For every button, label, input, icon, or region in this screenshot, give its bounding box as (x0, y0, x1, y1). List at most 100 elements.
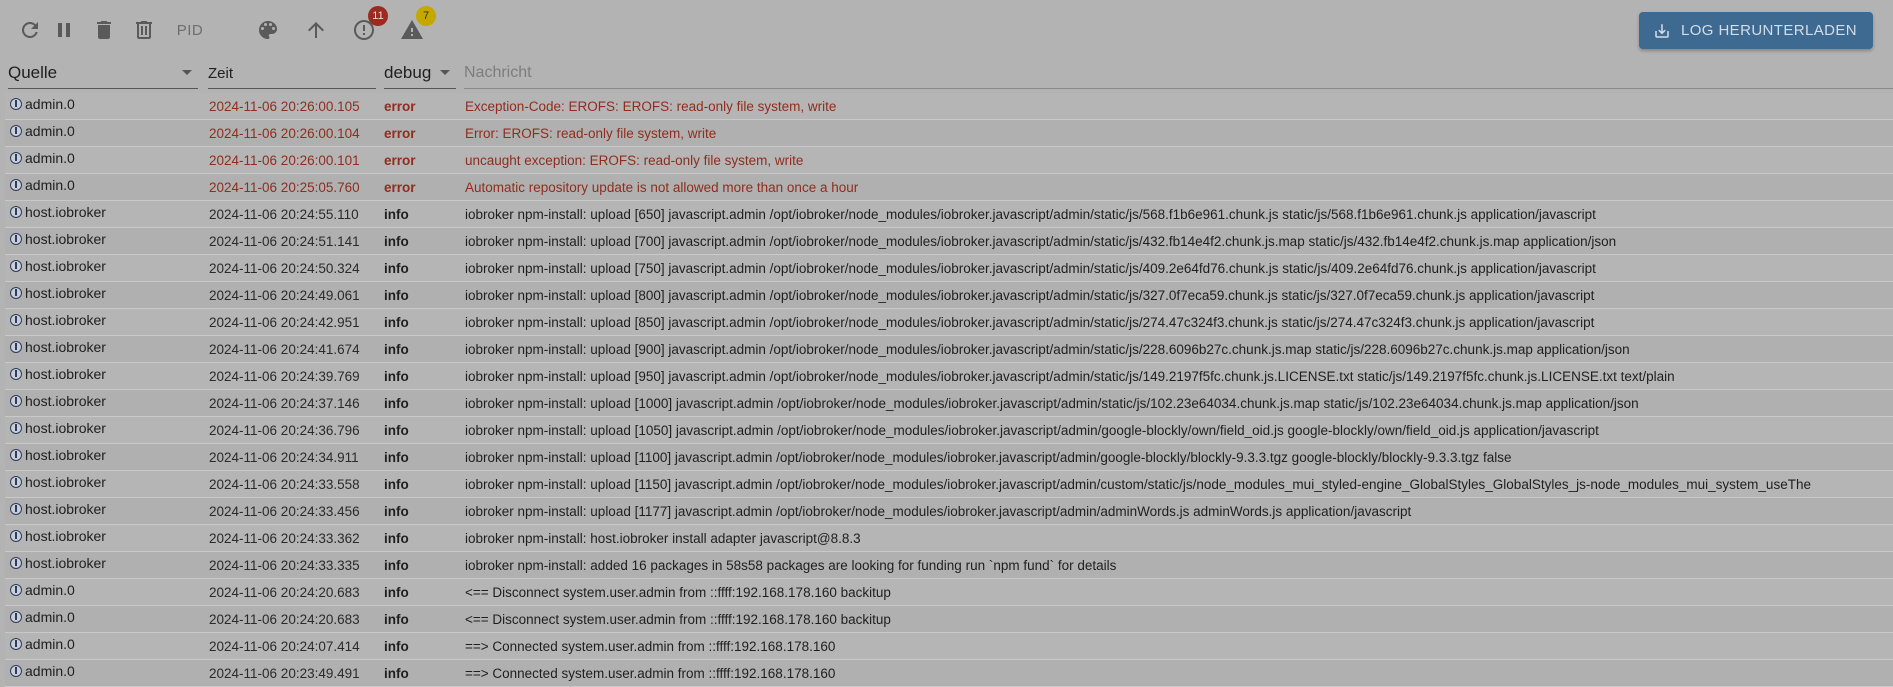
table-row[interactable]: admin.0 2024-11-06 20:25:05.760 error Autom… (5, 174, 1893, 201)
source-filter-label: Quelle (8, 63, 58, 82)
source-text: host.iobroker (25, 285, 106, 301)
message-cell: iobroker npm-install: upload [1100] java… (465, 450, 1512, 465)
time-column-label: Zeit (208, 64, 234, 82)
message-cell: iobroker npm-install: upload [850] javas… (465, 315, 1595, 330)
severity-cell: info (384, 504, 409, 519)
time-cell: 2024-11-06 20:24:33.362 (209, 531, 360, 546)
source-text: admin.0 (25, 123, 75, 139)
message-cell: iobroker npm-install: added 16 packages … (465, 558, 1117, 573)
warnings-filter-button[interactable]: 7 (392, 6, 436, 50)
table-row[interactable]: host.iobroker 2024-11-06 20:24:41.674 info… (5, 336, 1893, 363)
table-row[interactable]: host.iobroker 2024-11-06 20:24:55.110 info… (5, 201, 1893, 228)
message-cell: iobroker npm-install: upload [1000] java… (465, 396, 1639, 411)
source-cell: admin.0 (10, 96, 75, 112)
table-row[interactable]: host.iobroker 2024-11-06 20:24:33.456 info… (5, 498, 1893, 525)
download-log-label: LOG HERUNTERLADEN (1681, 22, 1857, 39)
time-cell: 2024-11-06 20:24:33.558 (209, 477, 360, 492)
source-cell: admin.0 (10, 636, 75, 652)
table-row[interactable]: host.iobroker 2024-11-06 20:24:33.335 info… (5, 552, 1893, 579)
source-text: host.iobroker (25, 555, 106, 571)
source-cell: admin.0 (10, 582, 75, 598)
severity-cell: info (384, 639, 409, 654)
table-row[interactable]: admin.0 2024-11-06 20:26:00.104 error Error… (5, 120, 1893, 147)
source-text: admin.0 (25, 582, 75, 598)
adapter-icon (10, 152, 22, 164)
time-cell: 2024-11-06 20:26:00.104 (209, 126, 360, 141)
source-cell: admin.0 (10, 150, 75, 166)
adapter-icon (10, 260, 22, 272)
message-filter-input[interactable]: Nachricht (464, 58, 1893, 89)
message-cell: iobroker npm-install: upload [800] javas… (465, 288, 1595, 303)
table-row[interactable]: admin.0 2024-11-06 20:24:20.683 info <== Di… (5, 579, 1893, 606)
source-text: host.iobroker (25, 258, 106, 274)
severity-cell: info (384, 612, 409, 627)
table-row[interactable]: host.iobroker 2024-11-06 20:24:34.911 info… (5, 444, 1893, 471)
errors-filter-button[interactable]: 11 (344, 6, 388, 50)
source-text: admin.0 (25, 177, 75, 193)
adapter-icon (10, 584, 22, 596)
download-log-button[interactable]: LOG HERUNTERLADEN (1639, 12, 1873, 49)
time-cell: 2024-11-06 20:23:49.491 (209, 666, 360, 681)
delete-button[interactable] (84, 10, 124, 50)
table-row[interactable]: admin.0 2024-11-06 20:23:49.491 info ==> Co… (5, 660, 1893, 687)
table-row[interactable]: host.iobroker 2024-11-06 20:24:49.061 info… (5, 282, 1893, 309)
message-cell: iobroker npm-install: upload [1177] java… (465, 504, 1412, 519)
table-header: Quelle Zeit debug Nachricht (0, 58, 1893, 90)
adapter-icon (10, 206, 22, 218)
chevron-down-icon (182, 70, 192, 75)
pause-button[interactable] (44, 10, 84, 50)
source-cell: admin.0 (10, 609, 75, 625)
adapter-icon (10, 233, 22, 245)
table-row[interactable]: admin.0 2024-11-06 20:24:20.683 info <== Di… (5, 606, 1893, 633)
source-text: host.iobroker (25, 501, 106, 517)
scroll-top-button[interactable] (296, 10, 336, 50)
source-text: host.iobroker (25, 528, 106, 544)
table-row[interactable]: admin.0 2024-11-06 20:24:07.414 info ==> Co… (5, 633, 1893, 660)
source-cell: host.iobroker (10, 285, 106, 301)
source-text: admin.0 (25, 150, 75, 166)
source-text: host.iobroker (25, 312, 106, 328)
table-row[interactable]: host.iobroker 2024-11-06 20:24:33.362 info… (5, 525, 1893, 552)
time-cell: 2024-11-06 20:24:33.335 (209, 558, 360, 573)
table-row[interactable]: admin.0 2024-11-06 20:26:00.101 error uncau… (5, 147, 1893, 174)
table-row[interactable]: host.iobroker 2024-11-06 20:24:50.324 info… (5, 255, 1893, 282)
time-cell: 2024-11-06 20:24:55.110 (209, 207, 359, 222)
table-row[interactable]: admin.0 2024-11-06 20:26:00.105 error Excep… (5, 93, 1893, 120)
time-cell: 2024-11-06 20:24:07.414 (209, 639, 360, 654)
severity-filter-select[interactable]: debug (384, 58, 456, 89)
source-cell: host.iobroker (10, 393, 106, 409)
table-row[interactable]: host.iobroker 2024-11-06 20:24:33.558 info… (5, 471, 1893, 498)
table-row[interactable]: host.iobroker 2024-11-06 20:24:39.769 info… (5, 363, 1893, 390)
adapter-icon (10, 98, 22, 110)
delete-log-button[interactable] (124, 10, 164, 50)
toolbar: PID 11 7 LOG HERUNTERLADEN (0, 0, 1893, 58)
message-cell: Error: EROFS: read-only file system, wri… (465, 126, 717, 141)
table-row[interactable]: host.iobroker 2024-11-06 20:24:36.796 info… (5, 417, 1893, 444)
pid-toggle-button[interactable]: PID (164, 10, 216, 50)
severity-cell: info (384, 396, 409, 411)
table-row[interactable]: host.iobroker 2024-11-06 20:24:42.951 info… (5, 309, 1893, 336)
source-text: host.iobroker (25, 339, 106, 355)
severity-cell: info (384, 558, 409, 573)
adapter-icon (10, 125, 22, 137)
source-text: host.iobroker (25, 366, 106, 382)
time-column-header: Zeit (208, 58, 376, 89)
message-cell: iobroker npm-install: host.iobroker inst… (465, 531, 861, 546)
severity-cell: info (384, 261, 409, 276)
source-text: admin.0 (25, 609, 75, 625)
severity-cell: error (384, 153, 416, 168)
message-cell: <== Disconnect system.user.admin from ::… (465, 585, 891, 600)
refresh-icon (21, 21, 38, 38)
adapter-icon (10, 503, 22, 515)
table-row[interactable]: host.iobroker 2024-11-06 20:24:37.146 info… (5, 390, 1893, 417)
download-icon (1655, 23, 1669, 38)
adapter-icon (10, 287, 22, 299)
log-table: admin.0 2024-11-06 20:26:00.105 error Excep… (5, 93, 1893, 687)
source-filter-select[interactable]: Quelle (8, 58, 198, 89)
severity-cell: info (384, 369, 409, 384)
severity-cell: info (384, 234, 409, 249)
table-row[interactable]: host.iobroker 2024-11-06 20:24:51.141 info… (5, 228, 1893, 255)
colors-button[interactable] (248, 10, 288, 50)
message-cell: ==> Connected system.user.admin from ::f… (465, 666, 836, 681)
source-cell: host.iobroker (10, 339, 106, 355)
